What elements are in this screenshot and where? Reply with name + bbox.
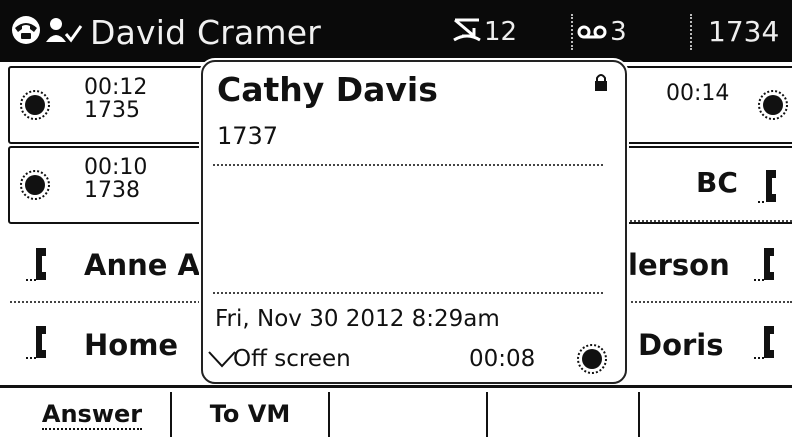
call-number: 1735 [84,98,140,123]
softkey-3[interactable] [330,392,488,437]
contact-name: Doris [638,328,724,362]
handset-icon [754,322,788,366]
missed-count: 12 [484,17,518,47]
divider [213,164,603,166]
divider [690,14,692,50]
softkey-bar: Answer To VM [0,385,792,437]
call-activity-icon [18,168,52,206]
call-activity-icon [575,342,609,380]
incoming-call-popup[interactable]: Cathy Davis 1737 Fri, Nov 30 2012 8:29am… [201,60,627,384]
call-timer: 00:12 [84,75,148,100]
divider [10,301,200,303]
call-activity-icon [756,88,790,126]
handset-icon [754,244,788,288]
phone-screen: David Cramer 12 3 1734 00:12 1735 00:14 … [0,0,792,437]
lock-icon [593,72,609,96]
contact-name: lerson [628,248,730,282]
call-activity-icon [18,88,52,126]
user-info: David Cramer [8,12,321,52]
handset-icon [756,166,790,210]
call-duration: 00:08 [469,346,536,372]
divider [571,14,573,50]
call-number: 1738 [84,178,140,203]
line-extension: 1734 [708,15,780,48]
caller-number: 1737 [217,122,279,150]
call-timer: 00:14 [666,81,730,106]
user-check-icon [44,14,84,50]
voicemail-icon [577,17,607,47]
softkey-4[interactable] [488,392,640,437]
divider [213,292,603,294]
call-datetime: Fri, Nov 30 2012 8:29am [215,306,500,332]
to-vm-button[interactable]: To VM [172,392,330,437]
contact-name: Anne A [84,248,200,282]
phone-status-icon [8,14,44,50]
handset-icon [22,322,56,366]
divider [630,220,792,222]
divider [624,301,792,303]
notification-counts: 12 3 [452,12,627,52]
missed-call-icon [452,14,482,51]
user-name: David Cramer [90,12,322,52]
voicemail-count: 3 [610,17,627,47]
handset-icon [22,244,56,288]
answer-button[interactable]: Answer [14,392,172,437]
softkey-5[interactable] [640,392,790,437]
contact-name: Home [84,328,179,362]
status-bar: David Cramer 12 3 1734 [0,0,792,62]
caller-name: Cathy Davis [217,70,438,109]
call-timer: 00:10 [84,155,148,180]
off-screen-label: Off screen [233,346,351,372]
contact-name: BC [696,166,738,199]
